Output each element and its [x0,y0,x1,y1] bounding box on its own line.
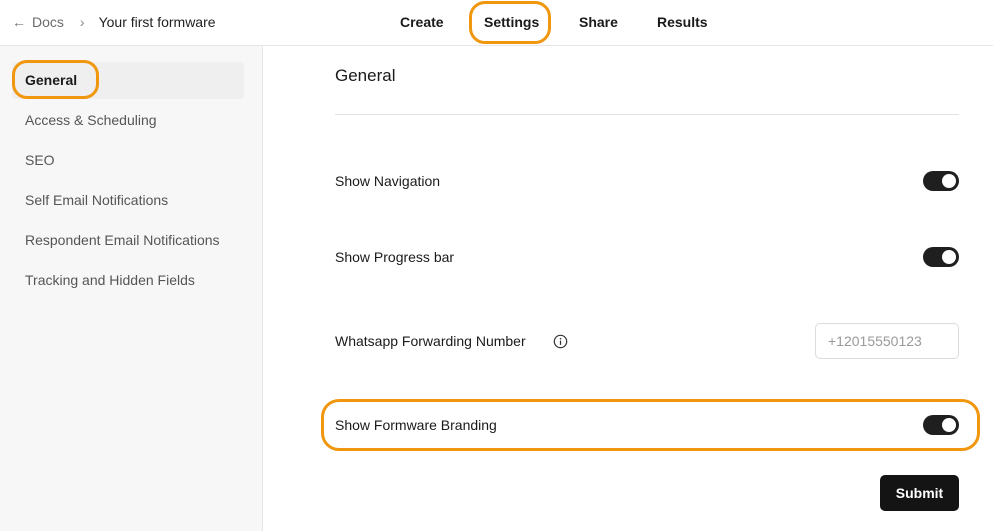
whatsapp-number-label: Whatsapp Forwarding Number [335,333,526,349]
sidebar-item-tracking-hidden-fields[interactable]: Tracking and Hidden Fields [25,272,195,288]
breadcrumb-separator: › [79,14,85,30]
show-branding-toggle[interactable] [923,415,959,435]
back-label: Docs [32,14,64,30]
show-navigation-toggle[interactable] [923,171,959,191]
info-icon[interactable] [553,334,568,349]
divider [335,114,959,115]
submit-button[interactable]: Submit [880,475,959,511]
sidebar-item-access-scheduling[interactable]: Access & Scheduling [25,112,157,128]
show-progress-bar-toggle[interactable] [923,247,959,267]
form-title: Your first formware [98,14,216,30]
toggle-knob [942,250,956,264]
settings-sidebar: General Access & Scheduling SEO Self Ema… [0,46,263,531]
toggle-knob [942,174,956,188]
show-progress-bar-label: Show Progress bar [335,249,455,265]
arrow-left-icon: ← [12,14,26,30]
tab-results[interactable]: Results [657,0,708,44]
top-bar: ← Docs › Your first formware Create Sett… [0,0,993,46]
tab-create[interactable]: Create [400,0,444,44]
sidebar-item-seo[interactable]: SEO [25,152,55,168]
tab-settings[interactable]: Settings [484,0,539,44]
sidebar-item-respondent-email-notifications[interactable]: Respondent Email Notifications [25,232,220,248]
sidebar-item-general[interactable]: General [25,72,77,88]
show-branding-label: Show Formware Branding [335,417,497,433]
show-navigation-label: Show Navigation [335,173,441,189]
toggle-knob [942,418,956,432]
tab-share[interactable]: Share [579,0,618,44]
breadcrumb: ← Docs › Your first formware [12,0,216,44]
sidebar-item-self-email-notifications[interactable]: Self Email Notifications [25,192,168,208]
whatsapp-number-input[interactable] [815,323,959,359]
back-to-docs-link[interactable]: ← Docs [12,14,64,30]
page-title: General [335,66,396,85]
